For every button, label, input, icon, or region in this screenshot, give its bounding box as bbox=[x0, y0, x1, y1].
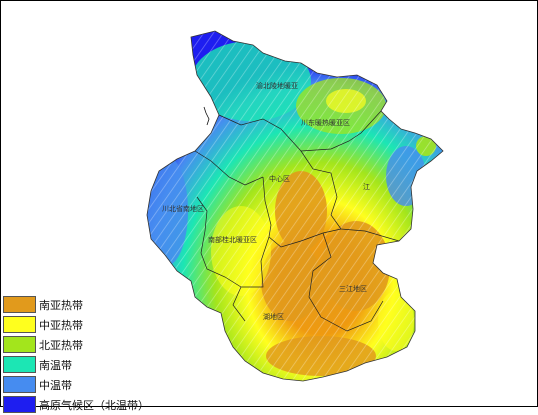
legend-item: 中温带 bbox=[3, 375, 173, 395]
region-label-3: 中心区 bbox=[269, 174, 290, 183]
legend-label: 中亚热带 bbox=[39, 319, 83, 332]
legend-item: 南温带 bbox=[3, 355, 173, 375]
legend: 南亚热带 中亚热带 北亚热带 南温带 中温带 高原气候区（北温带） bbox=[3, 295, 173, 415]
legend-label: 南亚热带 bbox=[39, 299, 83, 312]
region-label-1: 渝北陵地暖亚 bbox=[256, 81, 298, 90]
legend-swatch bbox=[3, 296, 36, 313]
river-mark bbox=[203, 106, 210, 126]
legend-label: 南温带 bbox=[39, 359, 72, 372]
map-frame: 渝北陵地暖亚 川东暖热暖亚区 中心区 江 川北省南地区 南部桂北暖亚区 三江地区… bbox=[0, 0, 538, 413]
region-label-8: 湖地区 bbox=[263, 312, 284, 321]
region-label-4: 江 bbox=[363, 183, 370, 191]
legend-swatch bbox=[3, 396, 36, 413]
legend-label: 中温带 bbox=[39, 379, 72, 392]
region-label-6: 南部桂北暖亚区 bbox=[208, 235, 257, 244]
legend-swatch bbox=[3, 376, 36, 393]
legend-item: 南亚热带 bbox=[3, 295, 173, 315]
legend-item: 中亚热带 bbox=[3, 315, 173, 335]
legend-label: 高原气候区（北温带） bbox=[39, 399, 149, 412]
region-label-5: 川北省南地区 bbox=[162, 204, 204, 213]
legend-item: 北亚热带 bbox=[3, 335, 173, 355]
legend-swatch bbox=[3, 316, 36, 333]
legend-swatch bbox=[3, 336, 36, 353]
legend-swatch bbox=[3, 356, 36, 373]
region-label-7: 三江地区 bbox=[339, 284, 367, 293]
legend-item: 高原气候区（北温带） bbox=[3, 395, 173, 415]
region-label-2: 川东暖热暖亚区 bbox=[301, 118, 350, 127]
legend-label: 北亚热带 bbox=[39, 339, 83, 352]
